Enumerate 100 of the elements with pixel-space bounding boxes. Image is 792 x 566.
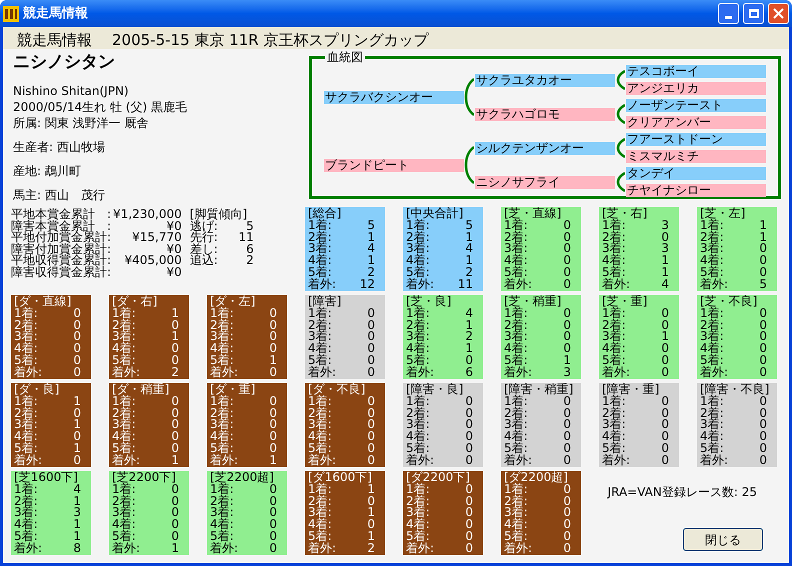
place-count: 0 [269,484,277,496]
place-label: 5着: [112,530,136,543]
place-count: 1 [465,320,473,332]
place-count: 0 [563,519,571,531]
minimize-button[interactable] [718,3,739,24]
place-label: 着外: [700,454,728,467]
place-count: 0 [465,419,473,432]
place-count: 0 [269,343,277,355]
place-count: 1 [171,454,179,467]
place-count: 0 [563,408,571,420]
place-label: 2着: [700,320,724,332]
place-count: 0 [171,408,179,420]
card-title: [ダ2200超] [504,472,569,484]
card-title: [ダ2200下] [406,472,471,484]
place-label: 4着: [112,431,136,443]
place-count: 4 [465,243,473,256]
place-label: 4着: [14,343,38,355]
pedigree-entry: タンデイ [626,167,766,180]
card-title: [芝・右] [602,208,648,220]
place-count: 0 [367,331,375,344]
place-count: 1 [171,542,179,555]
place-label: 5着: [700,354,724,367]
place-label: 着外: [504,454,532,467]
prize-label: 平地付加賞金累計: [11,232,112,244]
place-count: 0 [759,354,767,367]
bracket-line [615,103,625,125]
place-label: 4着: [112,519,136,531]
place-label: 2着: [14,408,38,420]
close-button[interactable] [768,3,789,24]
birth-info: 2000/05/14生れ 牡 (父) 黒鹿毛 [13,99,188,115]
maximize-button[interactable] [743,3,764,24]
place-count: 0 [73,354,81,367]
place-label: 1着: [14,308,38,320]
pedigree-entry: サクラハゴロモ [475,108,615,120]
place-label: 着外: [210,366,238,379]
card-title: [ダ・重] [210,384,256,396]
place-count: 5 [367,220,375,232]
place-label: 1着: [210,484,234,496]
place-label: 着外: [700,366,728,379]
close-dialog-button[interactable]: 閉じる [683,528,763,551]
place-count: 0 [367,431,375,443]
place-label: 5着: [308,442,332,455]
place-count: 0 [171,442,179,455]
place-label: 着外: [504,366,532,379]
place-count: 4 [73,484,81,496]
place-label: 着外: [210,542,238,555]
place-count: 1 [465,343,473,355]
place-count: 0 [759,396,767,408]
place-count: 1 [465,232,473,244]
prize-label: 障害本賞金累計 : [11,220,112,232]
pedigree-entry: シルクテンザンオー [475,142,615,154]
prize-amount: ¥15,770 [131,232,182,244]
place-label: 1着: [504,308,528,320]
app-icon [3,6,19,22]
header-title: 競走馬情報 [17,31,92,49]
place-label: 2着: [504,232,528,244]
place-label: 5着: [602,266,626,279]
place-label: 5着: [308,530,332,543]
place-count: 0 [269,507,277,520]
card-title: [障害・重] [602,384,660,396]
place-label: 4着: [504,519,528,531]
place-count: 0 [759,431,767,443]
place-label: 着外: [112,366,140,379]
place-count: 1 [661,331,669,344]
place-label: 着外: [406,542,434,555]
card-title: [芝・稍重] [504,296,562,308]
place-count: 0 [563,220,571,232]
running-style-title: [脚質傾向] [190,209,248,220]
place-label: 5着: [700,266,724,279]
breeder-text: 生産者: 西山牧場 [13,139,106,155]
place-label: 着外: [602,366,630,379]
place-count: 0 [661,354,669,367]
place-count: 0 [73,454,81,467]
place-count: 1 [73,442,81,455]
place-count: 0 [465,496,473,508]
place-count: 1 [367,484,375,496]
race-count-text: JRA=VAN登録レース数: 25 [608,484,757,501]
place-count: 0 [661,343,669,355]
prize-label: 障害収得賞金累計: [11,266,112,278]
place-count: 0 [73,408,81,420]
place-label: 着外: [602,278,630,291]
card-title: [ダ・不良] [308,384,366,396]
place-label: 2着: [14,320,38,332]
place-label: 着外: [700,278,728,291]
place-count: 1 [171,331,179,344]
pedigree-entry: テスコボーイ [626,65,766,78]
place-label: 2着: [308,496,332,508]
place-label: 5着: [308,266,332,279]
place-count: 1 [73,496,81,508]
place-label: 2着: [308,320,332,332]
place-label: 4着: [308,343,332,355]
place-label: 着外: [308,542,336,555]
place-label: 2着: [406,232,430,244]
place-count: 0 [563,278,571,291]
pedigree-entry: ミスマルミチ [626,150,766,163]
place-label: 4着: [406,255,430,267]
place-label: 1着: [700,308,724,320]
place-count: 0 [563,243,571,256]
card-title: [芝1600下] [14,472,79,484]
place-count: 0 [661,431,669,443]
